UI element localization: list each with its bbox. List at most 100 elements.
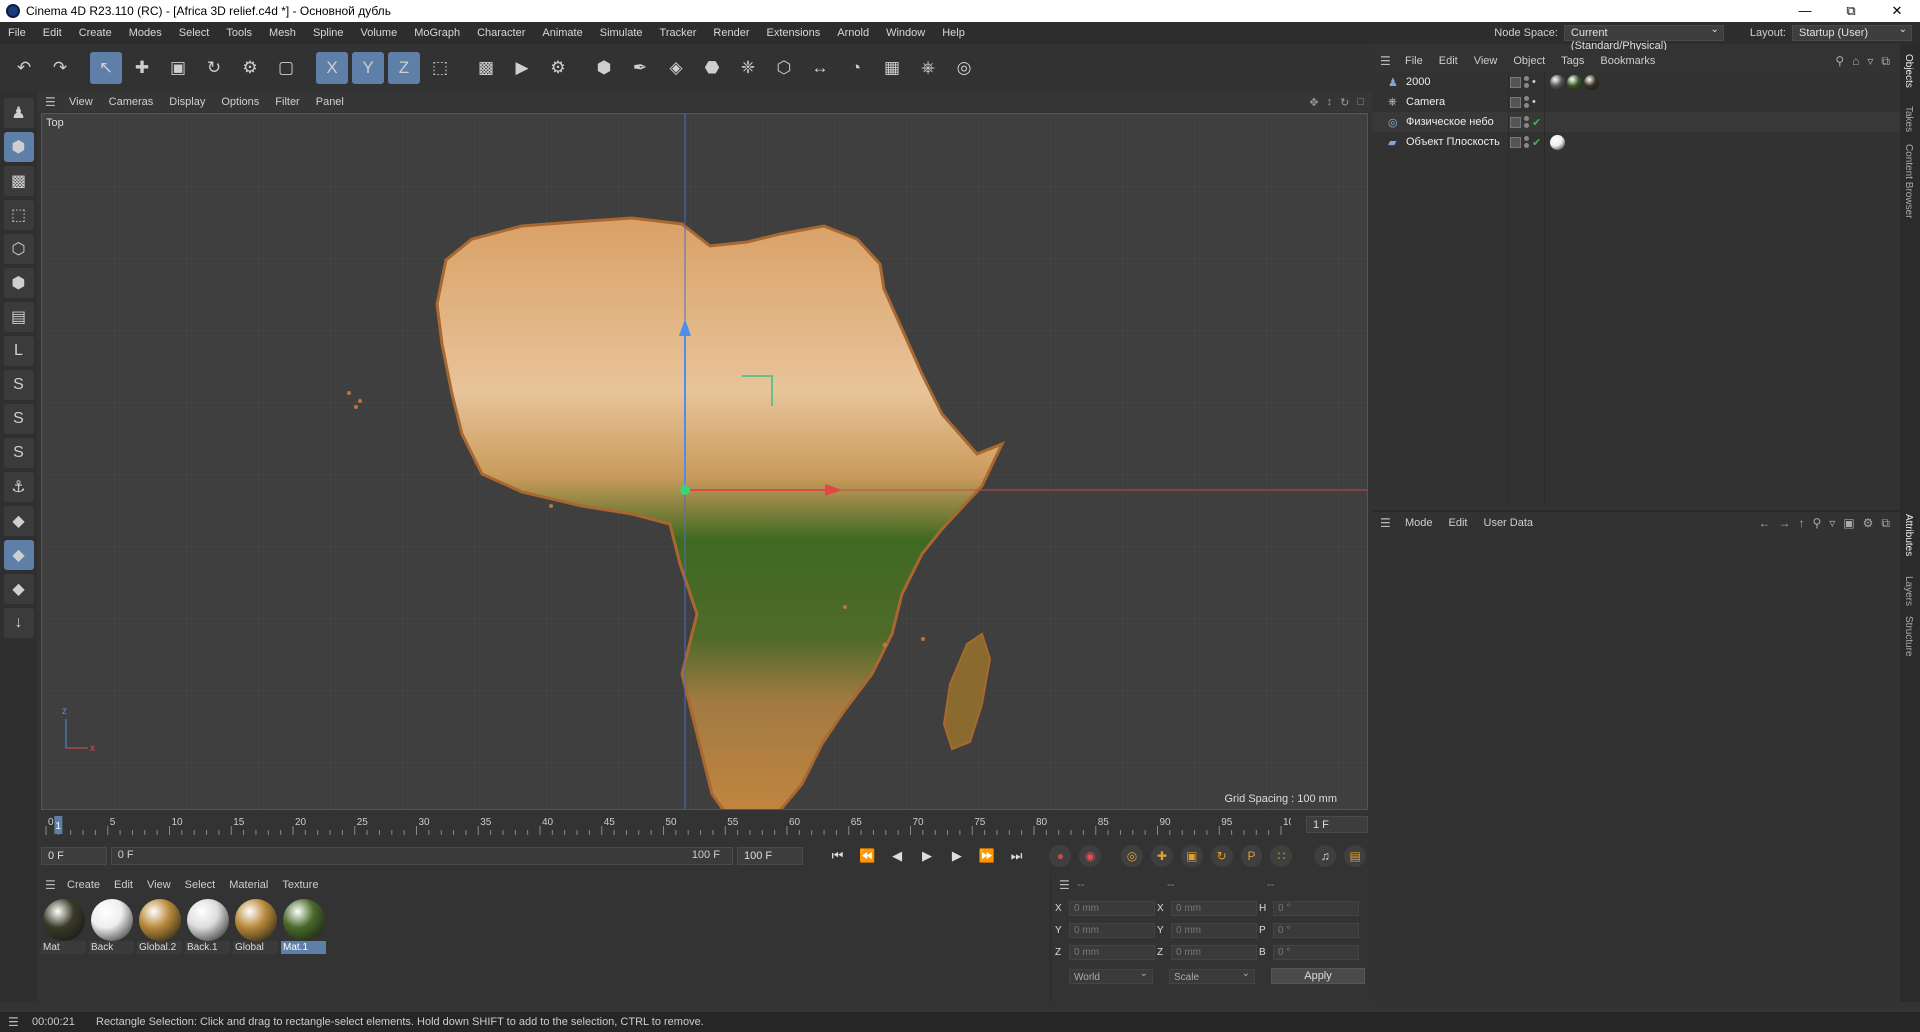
mograph-icon[interactable]: ⬡: [768, 52, 800, 84]
visibility-dots[interactable]: [1524, 116, 1529, 128]
object-menu-view[interactable]: View: [1467, 55, 1507, 67]
coord-position-field[interactable]: 0 mm: [1069, 900, 1155, 916]
material-menu-texture[interactable]: Texture: [278, 879, 328, 891]
back-icon[interactable]: ←: [1758, 516, 1770, 531]
material-tag-icon[interactable]: [1567, 74, 1582, 90]
material-menu-edit[interactable]: Edit: [110, 879, 143, 891]
light-icon[interactable]: ◎: [948, 52, 980, 84]
node-space-dropdown[interactable]: Current (Standard/Physical): [1563, 23, 1724, 52]
menu-mograph[interactable]: MoGraph: [406, 27, 469, 39]
material-item[interactable]: Mat: [41, 899, 86, 954]
render-visibility-dot[interactable]: [1524, 143, 1529, 148]
menu-modes[interactable]: Modes: [121, 27, 171, 39]
coord-size-field[interactable]: 0 mm: [1171, 922, 1257, 938]
tweak-icon[interactable]: ⚓: [3, 472, 34, 502]
lock-icon[interactable]: ▣: [1843, 516, 1854, 531]
enabled-check-icon[interactable]: ✔: [1532, 116, 1541, 129]
selection-filter-icon[interactable]: ▢: [270, 52, 302, 84]
material-item[interactable]: Back.1: [185, 899, 230, 954]
attribute-menu-mode[interactable]: Mode: [1398, 517, 1442, 529]
tab-attributes[interactable]: Attributes: [1903, 514, 1914, 556]
status-menu-icon[interactable]: ☰: [8, 1015, 20, 1029]
menu-file[interactable]: File: [0, 27, 35, 39]
layer-checkbox[interactable]: [1510, 76, 1521, 88]
undo-icon[interactable]: ↶: [8, 52, 40, 84]
workplane-lock-icon[interactable]: ◆: [3, 540, 34, 570]
object-row[interactable]: ⎈ Camera •: [1372, 92, 1900, 112]
material-item[interactable]: Mat.1: [281, 899, 326, 954]
coord-size-field[interactable]: 0 mm: [1171, 944, 1257, 960]
next-frame-icon[interactable]: ▶: [944, 845, 970, 867]
menu-arnold[interactable]: Arnold: [829, 27, 878, 39]
material-menu-icon[interactable]: ☰: [45, 878, 57, 892]
coord-mode-dropdown[interactable]: Scale: [1169, 967, 1255, 984]
menu-mesh[interactable]: Mesh: [261, 27, 305, 39]
record-icon[interactable]: ●: [1049, 845, 1072, 867]
redo-icon[interactable]: ↷: [44, 52, 76, 84]
apply-button[interactable]: Apply: [1271, 968, 1365, 984]
coord-rotation-field[interactable]: 0 °: [1273, 922, 1359, 938]
object-menu-object[interactable]: Object: [1506, 55, 1554, 67]
start-frame-field[interactable]: 0 F: [41, 847, 107, 865]
tab-objects[interactable]: Objects: [1903, 54, 1914, 88]
tab-content-browser[interactable]: Content Browser: [1903, 144, 1914, 218]
orbit-icon[interactable]: ↻: [1340, 96, 1349, 109]
enabled-check-icon[interactable]: ✔: [1532, 136, 1541, 149]
menu-window[interactable]: Window: [878, 27, 934, 39]
visibility-dots[interactable]: [1524, 96, 1529, 108]
uv-mode-icon[interactable]: ▤: [3, 302, 34, 332]
material-menu-create[interactable]: Create: [63, 879, 110, 891]
texture-mode-icon[interactable]: ▩: [3, 166, 34, 196]
move-icon[interactable]: ✚: [126, 52, 158, 84]
key-param-icon[interactable]: P: [1240, 845, 1263, 867]
menu-volume[interactable]: Volume: [353, 27, 407, 39]
object-origin-handle[interactable]: [680, 485, 690, 495]
viewport[interactable]: z x Top Grid Spacing : 100 mm: [41, 113, 1368, 810]
dolly-icon[interactable]: ↕: [1327, 96, 1333, 109]
tab-layers[interactable]: Layers: [1903, 576, 1914, 606]
viewport-menu-filter[interactable]: Filter: [269, 96, 309, 108]
material-menu-select[interactable]: Select: [181, 879, 226, 891]
coord-space-dropdown[interactable]: World: [1069, 967, 1153, 984]
film-icon[interactable]: ▤: [1344, 845, 1367, 867]
editor-visibility-dot[interactable]: [1524, 96, 1529, 101]
go-to-end-icon[interactable]: ⏭: [1004, 845, 1030, 867]
object-menu-file[interactable]: File: [1398, 55, 1432, 67]
attribute-menu-icon[interactable]: ☰: [1380, 516, 1392, 530]
next-key-icon[interactable]: ⏩: [974, 845, 1000, 867]
object-name[interactable]: Физическое небо: [1406, 116, 1494, 128]
viewport-menu-panel[interactable]: Panel: [310, 96, 354, 108]
object-row[interactable]: ♟ 2000 •: [1372, 72, 1900, 92]
tab-takes[interactable]: Takes: [1903, 106, 1914, 132]
prev-key-icon[interactable]: ⏪: [854, 845, 880, 867]
y-axis-icon[interactable]: Y: [352, 52, 384, 84]
maximize-button[interactable]: ⧉: [1828, 0, 1874, 22]
settings-icon[interactable]: ⚙: [1863, 516, 1874, 531]
quantize-icon[interactable]: S: [3, 438, 34, 468]
coord-position-field[interactable]: 0 mm: [1069, 944, 1155, 960]
close-button[interactable]: ✕: [1874, 0, 1920, 22]
home-icon[interactable]: ⌂: [1852, 54, 1859, 69]
go-to-start-icon[interactable]: ⏮: [825, 845, 851, 867]
key-position-icon[interactable]: ✚: [1150, 845, 1173, 867]
floor-icon[interactable]: ▦: [876, 52, 908, 84]
key-rotation-icon[interactable]: ↻: [1210, 845, 1233, 867]
editor-visibility-dot[interactable]: [1524, 136, 1529, 141]
material-tag-icon[interactable]: [1550, 134, 1565, 150]
layer-checkbox[interactable]: [1510, 116, 1521, 128]
maximize-view-icon[interactable]: □: [1357, 96, 1364, 109]
polygons-mode-icon[interactable]: ⬢: [3, 268, 34, 298]
object-name[interactable]: Объект Плоскость: [1406, 136, 1500, 148]
render-settings-icon[interactable]: ⚙: [542, 52, 574, 84]
edges-mode-icon[interactable]: ⬡: [3, 234, 34, 264]
range-slider[interactable]: 0 F 100 F: [110, 847, 733, 865]
coord-size-field[interactable]: 0 mm: [1171, 900, 1257, 916]
editor-visibility-dot[interactable]: [1524, 76, 1529, 81]
end-frame-field[interactable]: 100 F: [736, 847, 803, 865]
pan-icon[interactable]: ✥: [1309, 96, 1318, 109]
object-name[interactable]: 2000: [1406, 76, 1430, 88]
render-region-icon[interactable]: ▩: [470, 52, 502, 84]
forward-icon[interactable]: →: [1778, 516, 1790, 531]
menu-render[interactable]: Render: [705, 27, 758, 39]
extrude-icon[interactable]: ⬣: [696, 52, 728, 84]
